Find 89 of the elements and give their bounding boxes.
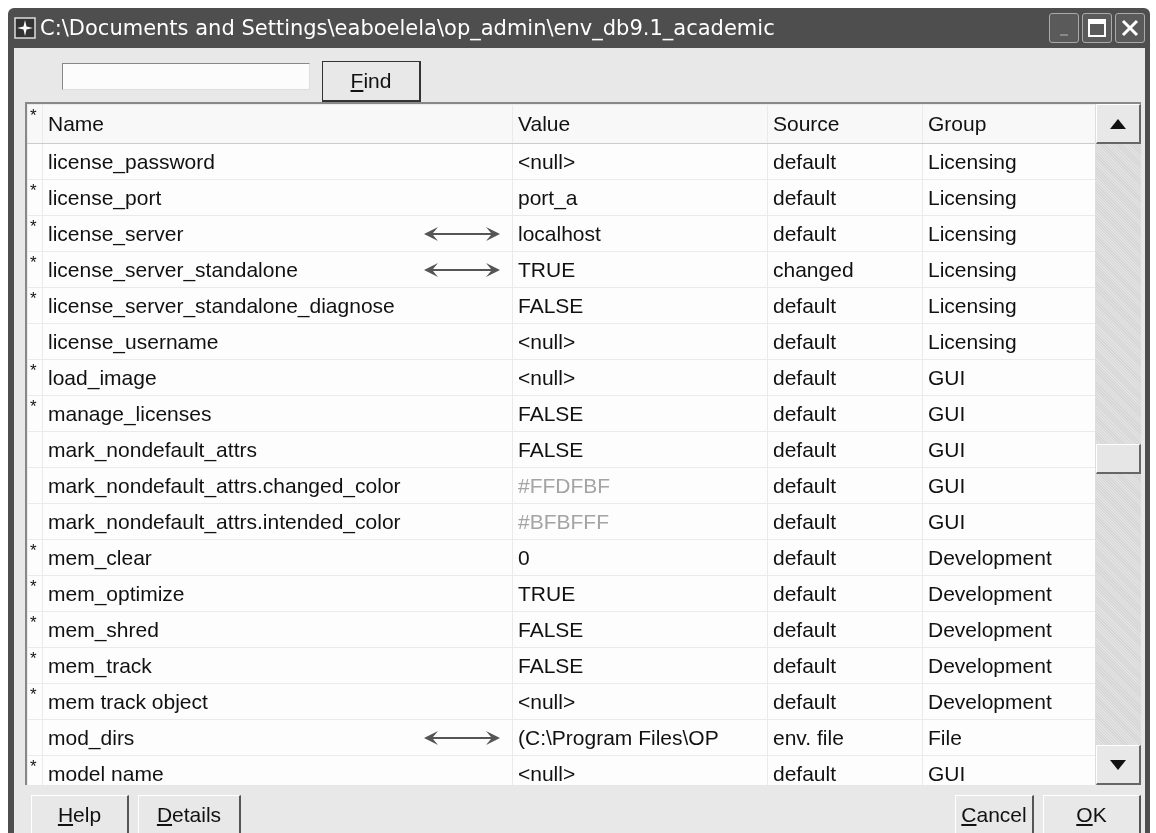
- setting-value: #FFDFBF: [512, 467, 768, 504]
- setting-source: default: [767, 215, 923, 252]
- up-triangle-icon: [1109, 117, 1127, 130]
- setting-name: license_server: [48, 221, 184, 246]
- modified-marker: *: [30, 541, 37, 560]
- modified-marker: *: [30, 361, 37, 380]
- setting-name: mem track object: [48, 689, 208, 714]
- modified-marker: *: [30, 289, 37, 308]
- setting-source: default: [767, 395, 923, 432]
- setting-name: model name: [48, 761, 164, 785]
- setting-source: default: [767, 359, 923, 396]
- setting-name: mark_nondefault_attrs: [48, 437, 257, 462]
- minimize-icon: [1060, 34, 1068, 36]
- setting-source: default: [767, 287, 923, 324]
- setting-value: <null>: [512, 323, 768, 360]
- setting-source: default: [767, 503, 923, 540]
- setting-source: default: [767, 683, 923, 720]
- setting-name: license_server_standalone_diagnose: [48, 293, 395, 318]
- setting-value: FALSE: [512, 647, 768, 684]
- setting-source: default: [767, 647, 923, 684]
- modified-marker: *: [30, 253, 37, 272]
- setting-value: FALSE: [512, 395, 768, 432]
- search-field[interactable]: [62, 63, 310, 90]
- setting-name: mod_dirs: [48, 725, 135, 750]
- scrollbar[interactable]: [1095, 104, 1141, 785]
- star-icon[interactable]: [14, 17, 36, 39]
- minimize-button[interactable]: [1049, 13, 1079, 43]
- setting-source: default: [767, 323, 923, 360]
- modified-marker: *: [30, 685, 37, 704]
- maximize-icon: [1087, 18, 1107, 38]
- scroll-up-button[interactable]: [1096, 104, 1141, 144]
- modified-marker: *: [30, 217, 37, 236]
- setting-value: #BFBFFF: [512, 503, 768, 540]
- setting-value: localhost: [512, 215, 768, 252]
- column-header[interactable]: Group: [922, 104, 1095, 144]
- setting-value: <null>: [512, 683, 768, 720]
- window-title: C:\Documents and Settings\eaboelela\op_admin\env_db9.1_academic: [40, 16, 776, 40]
- setting-source: default: [767, 179, 923, 216]
- setting-name: license_username: [48, 329, 219, 354]
- setting-source: default: [767, 575, 923, 612]
- dialog-button[interactable]: Details: [138, 795, 241, 833]
- setting-value: FALSE: [512, 431, 768, 468]
- setting-name: license_port: [48, 185, 162, 210]
- setting-source: default: [767, 611, 923, 648]
- setting-value: (C:\Program Files\OP: [512, 719, 768, 756]
- setting-name: license_password: [48, 149, 215, 174]
- setting-source: default: [767, 539, 923, 576]
- setting-name: license_server_standalone: [48, 257, 298, 282]
- setting-value: port_a: [512, 179, 768, 216]
- setting-name: mem_clear: [48, 545, 152, 570]
- setting-value: TRUE: [512, 575, 768, 612]
- modified-marker: *: [30, 181, 37, 200]
- setting-name: mem_shred: [48, 617, 159, 642]
- column-header[interactable]: Value: [512, 104, 768, 144]
- setting-source: changed: [767, 251, 923, 288]
- scroll-thumb[interactable]: [1096, 444, 1141, 474]
- scroll-down-button[interactable]: [1096, 745, 1141, 785]
- setting-name: load_image: [48, 365, 157, 390]
- setting-source: default: [767, 143, 923, 180]
- setting-value: FALSE: [512, 287, 768, 324]
- modified-marker: *: [30, 649, 37, 668]
- column-header[interactable]: Name: [42, 104, 513, 144]
- column-header[interactable]: Source: [767, 104, 923, 144]
- close-button[interactable]: [1115, 13, 1145, 43]
- setting-value: <null>: [512, 143, 768, 180]
- setting-value: FALSE: [512, 611, 768, 648]
- setting-source: default: [767, 431, 923, 468]
- close-icon: [1120, 18, 1140, 38]
- modified-marker: *: [30, 757, 37, 776]
- setting-value: TRUE: [512, 251, 768, 288]
- modified-marker: *: [30, 613, 37, 632]
- find-button[interactable]: Find: [322, 61, 421, 102]
- setting-source: default: [767, 467, 923, 504]
- setting-name: mem_optimize: [48, 581, 185, 606]
- dialog-button[interactable]: Help: [31, 795, 129, 833]
- setting-name: mem_track: [48, 653, 152, 678]
- maximize-button[interactable]: [1082, 13, 1112, 43]
- down-triangle-icon: [1109, 758, 1127, 771]
- column-header: *: [27, 104, 43, 144]
- modified-marker: *: [30, 577, 37, 596]
- setting-name: mark_nondefault_attrs.intended_color: [48, 509, 401, 534]
- setting-value: <null>: [512, 359, 768, 396]
- setting-name: manage_licenses: [48, 401, 212, 426]
- dialog-button[interactable]: OK: [1043, 795, 1141, 833]
- setting-value: 0: [512, 539, 768, 576]
- modified-marker: *: [30, 397, 37, 416]
- dialog-button[interactable]: Cancel: [955, 795, 1034, 833]
- setting-source: env. file: [767, 719, 923, 756]
- setting-name: mark_nondefault_attrs.changed_color: [48, 473, 401, 498]
